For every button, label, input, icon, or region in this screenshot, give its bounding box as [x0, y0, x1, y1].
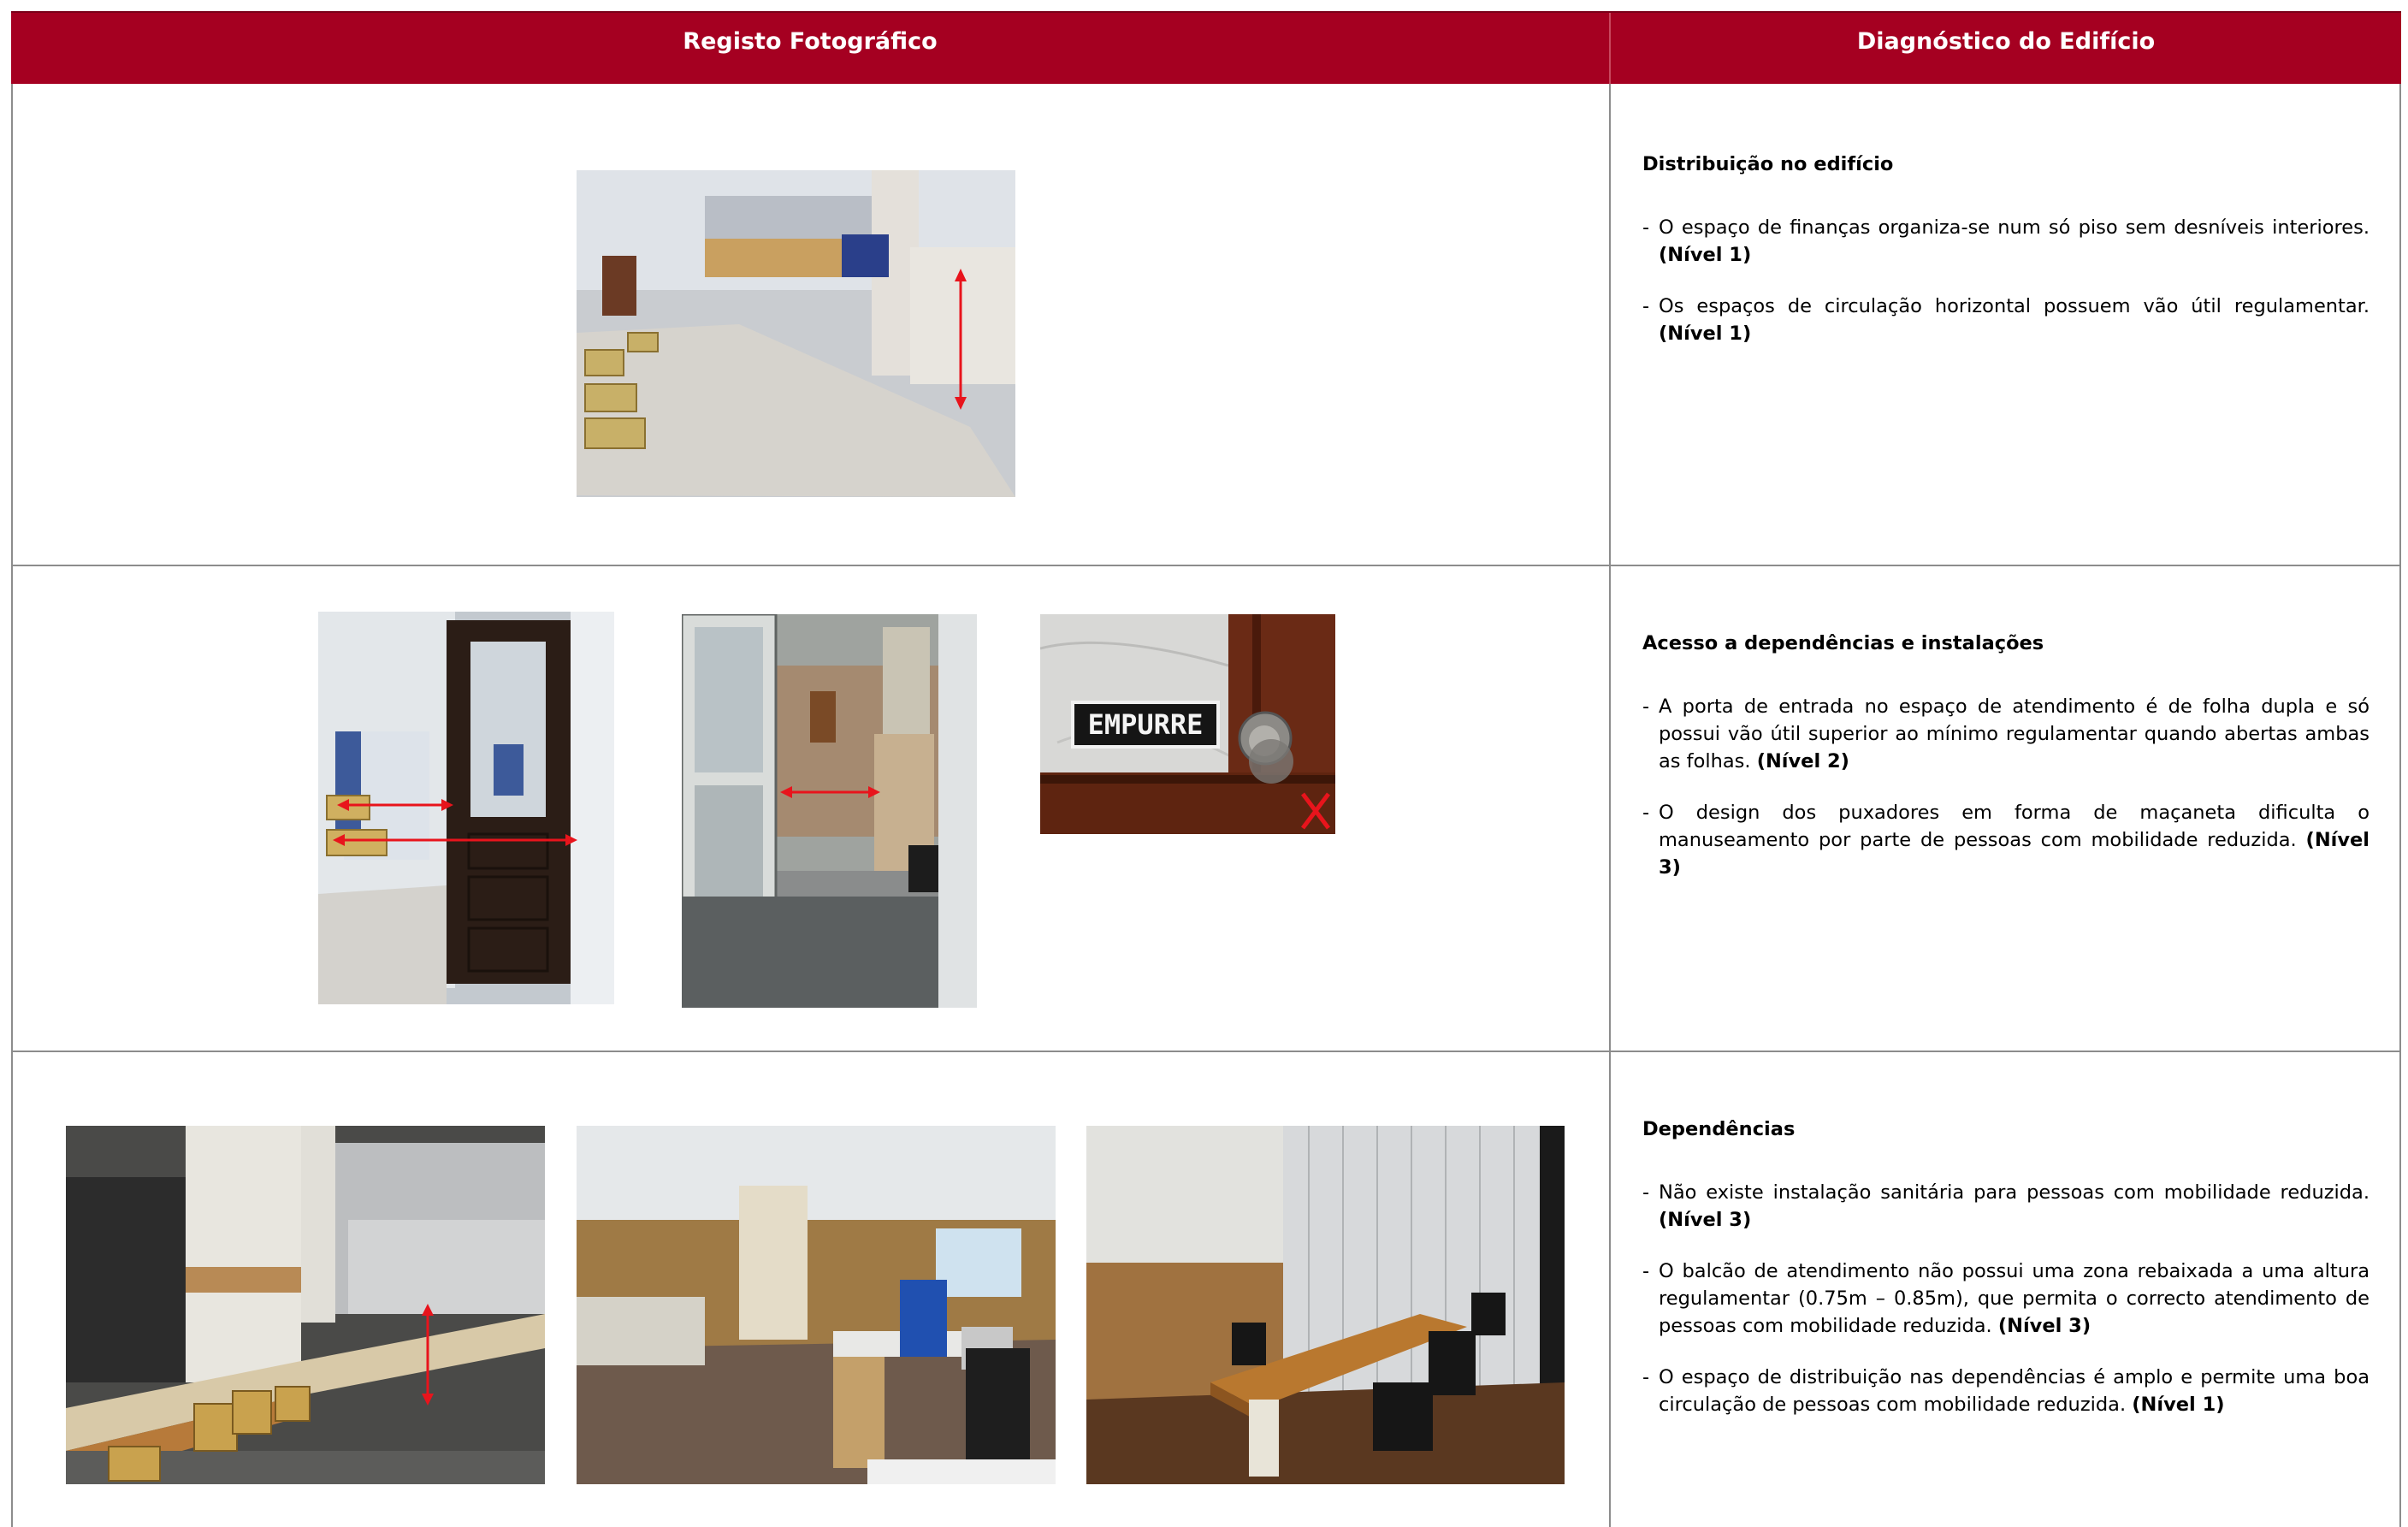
building-diagnosis-heading: Diagnóstico do Edifício — [1856, 28, 2156, 55]
table-header: Registo Fotográfico Diagnóstico do Edifí… — [11, 11, 2401, 86]
diagnosis-item: O espaço de distribuição nas dependência… — [1642, 1364, 2370, 1418]
level-badge: (Nível 3) — [1997, 1315, 2091, 1337]
photo-service-counter — [66, 1126, 545, 1484]
diagnosis-item: O design dos puxadores em forma de maçan… — [1642, 799, 2370, 881]
photo-door-knob: EMPURRE — [1040, 614, 1335, 834]
level-badge: (Nível 2) — [1756, 750, 1849, 772]
photo-entrance-door — [318, 612, 614, 1004]
diagnosis-item: Os espaços de circulação horizontal poss… — [1642, 293, 2370, 347]
section-title: Distribuição no edifício — [1642, 153, 1894, 175]
diagnosis-item: O espaço de finanças organiza-se num só … — [1642, 214, 2370, 269]
level-badge: (Nível 1) — [1659, 323, 1752, 345]
section-access-facilities: Acesso a dependências e instalações A po… — [1642, 630, 2370, 905]
level-badge: (Nível 1) — [1659, 244, 1752, 266]
photo-service-hall — [577, 170, 1015, 497]
item-text: Não existe instalação sanitária para pes… — [1659, 1181, 2370, 1204]
photo-record-heading: Registo Fotográfico — [683, 28, 938, 55]
diagnosis-item: O balcão de atendimento não possui uma z… — [1642, 1258, 2370, 1340]
level-badge: (Nível 1) — [2132, 1394, 2225, 1416]
section-title: Acesso a dependências e instalações — [1642, 632, 2044, 654]
section-title: Dependências — [1642, 1118, 1796, 1140]
section-building-distribution: Distribuição no edifício O espaço de fin… — [1642, 151, 2370, 371]
item-text: O design dos puxadores em forma de maçan… — [1659, 802, 2370, 851]
photo-interior-door — [682, 614, 977, 1008]
level-badge: (Nível 3) — [1659, 1209, 1752, 1231]
item-text: O espaço de finanças organiza-se num só … — [1659, 216, 2370, 239]
column-divider — [1609, 84, 1611, 1527]
diagnosis-item: A porta de entrada no espaço de atendime… — [1642, 693, 2370, 775]
row-divider — [11, 1051, 2401, 1052]
photo-meeting-room — [1086, 1126, 1565, 1484]
section-dependencies: Dependências Não existe instalação sanit… — [1642, 1116, 2370, 1442]
diagnosis-item: Não existe instalação sanitária para pes… — [1642, 1179, 2370, 1234]
empurre-sign-text: EMPURRE — [1088, 708, 1204, 741]
row-divider — [11, 565, 2401, 566]
photo-office-workspace — [577, 1126, 1056, 1484]
item-text: O espaço de distribuição nas dependência… — [1659, 1366, 2370, 1416]
item-text: Os espaços de circulação horizontal poss… — [1659, 295, 2370, 317]
